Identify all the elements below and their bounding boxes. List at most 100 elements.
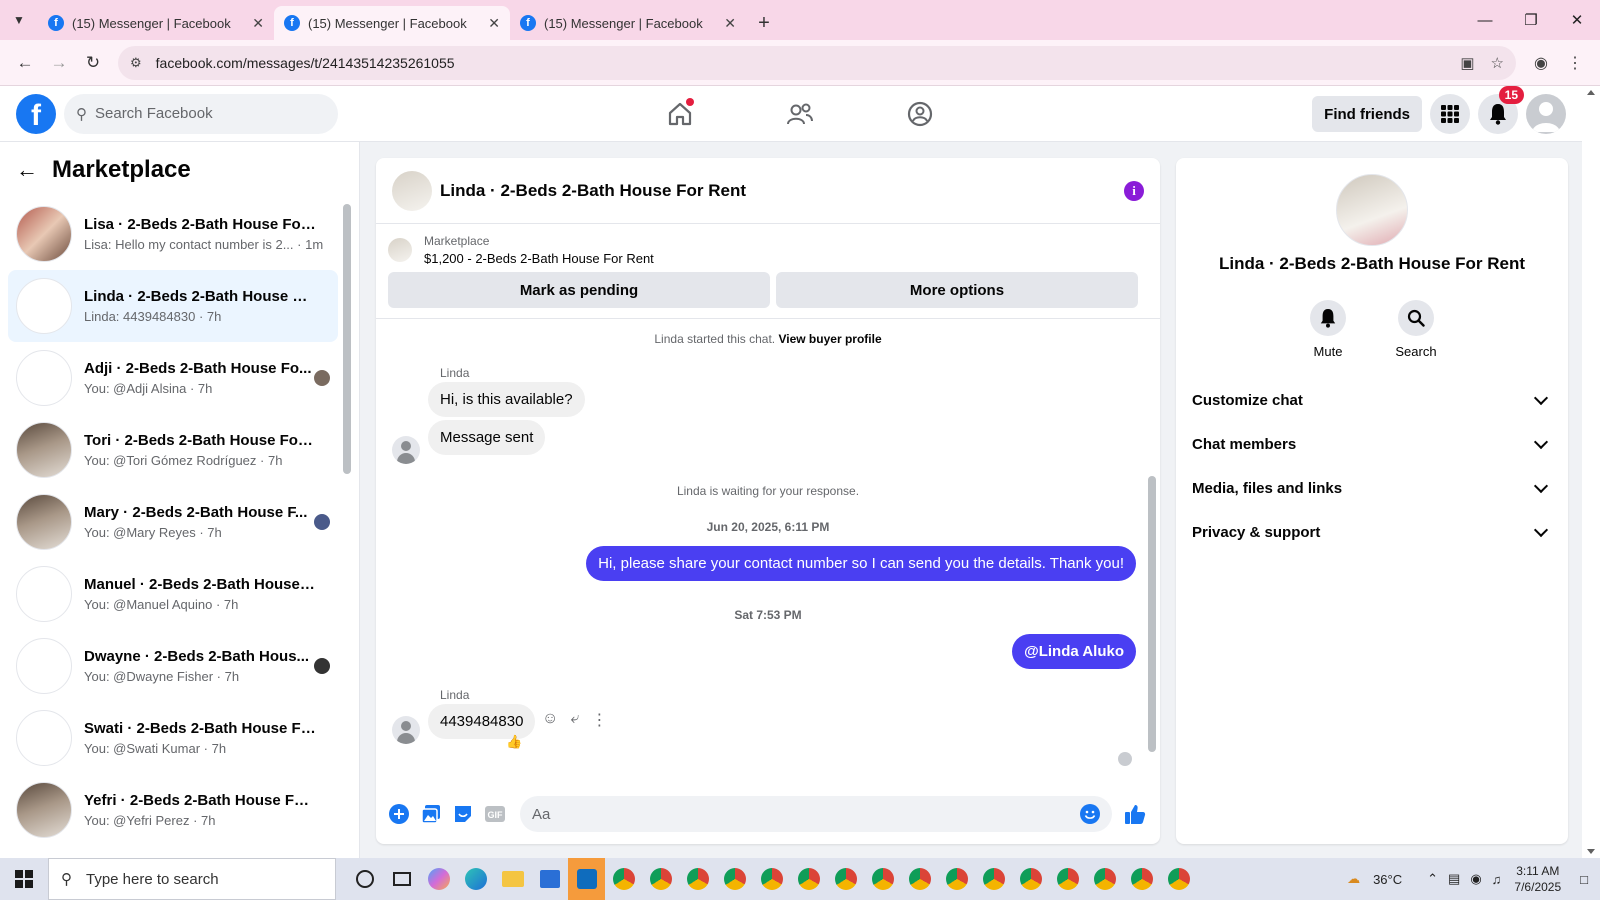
conversation-item[interactable]: Swati · 2-Beds 2-Bath House For... You: … (8, 702, 338, 774)
chrome-icon[interactable] (679, 858, 716, 900)
back-arrow-icon[interactable]: ← (16, 157, 38, 183)
find-friends-button[interactable]: Find friends (1312, 96, 1422, 132)
restore-icon[interactable]: ❐ (1508, 0, 1554, 40)
install-app-icon[interactable]: ▣ (1460, 54, 1474, 72)
reload-icon[interactable]: ↻ (76, 46, 110, 80)
chrome-icon[interactable] (1086, 858, 1123, 900)
new-tab-icon[interactable]: + (746, 6, 782, 40)
incoming-message[interactable]: Hi, is this available? (428, 382, 585, 417)
conversation-item[interactable]: Yefri · 2-Beds 2-Bath House For ... You:… (8, 774, 338, 846)
volume-icon[interactable]: ♫ (1492, 872, 1502, 887)
task-view-icon[interactable] (383, 858, 420, 900)
notification-center-icon[interactable]: □ (1580, 872, 1588, 887)
outgoing-message[interactable]: Hi, please share your contact number so … (586, 546, 1136, 581)
gif-button[interactable]: GIF (480, 799, 510, 829)
chrome-icon[interactable] (716, 858, 753, 900)
site-info-icon[interactable]: ⚙ (130, 55, 142, 71)
conversation-item[interactable]: Manuel · 2-Beds 2-Bath House F... You: @… (8, 558, 338, 630)
outlook-icon[interactable] (568, 858, 605, 900)
conversation-item[interactable]: Tori · 2-Beds 2-Bath House For R... You:… (8, 414, 338, 486)
chat-members-section[interactable]: Chat members (1192, 422, 1552, 466)
chat-title[interactable]: Linda · 2-Beds 2-Bath House For Rent (440, 181, 1124, 201)
taskbar-search[interactable]: ⚲ Type here to search (48, 858, 336, 900)
chrome-icon[interactable] (753, 858, 790, 900)
facebook-search[interactable]: ⚲ (64, 93, 338, 134)
store-icon[interactable] (531, 858, 568, 900)
url-field[interactable]: ⚙ facebook.com/messages/t/24143514235261… (118, 45, 1516, 80)
page-scrollbar[interactable] (1582, 86, 1600, 858)
conversation-item[interactable]: Mary · 2-Beds 2-Bath House F... You: @Ma… (8, 486, 338, 558)
url-text[interactable]: facebook.com/messages/t/2414351423526105… (156, 55, 1445, 71)
start-button[interactable] (0, 858, 48, 900)
mute-button[interactable]: Mute (1300, 300, 1356, 359)
photo-attach-button[interactable] (416, 799, 446, 829)
contact-avatar[interactable] (1336, 174, 1408, 246)
browser-tab-2[interactable]: f (15) Messenger | Facebook ✕ (274, 6, 510, 40)
chrome-icon[interactable] (938, 858, 975, 900)
conversation-list-scrollbar[interactable] (343, 204, 351, 474)
temperature[interactable]: 36°C (1373, 872, 1402, 887)
chat-avatar[interactable] (392, 170, 432, 211)
tab-close-icon[interactable]: ✕ (252, 15, 264, 32)
facebook-search-input[interactable] (95, 105, 315, 122)
chrome-icon[interactable] (642, 858, 679, 900)
tab-search-chevron-icon[interactable]: ▼ (0, 0, 38, 40)
more-attachments-button[interactable] (384, 799, 414, 829)
chrome-icon[interactable] (1049, 858, 1086, 900)
thumbs-up-reaction[interactable]: 👍 (506, 734, 522, 750)
conversation-item[interactable]: Dwayne · 2-Beds 2-Bath Hous... You: @Dwa… (8, 630, 338, 702)
browser-menu-icon[interactable]: ⋮ (1558, 53, 1592, 73)
search-in-chat-button[interactable]: Search (1388, 300, 1444, 359)
conversation-item-active[interactable]: Linda · 2-Beds 2-Bath House For... Linda… (8, 270, 338, 342)
edge-icon[interactable] (457, 858, 494, 900)
network-icon[interactable]: ▤ (1448, 871, 1460, 887)
groups-nav[interactable] (860, 86, 980, 142)
conversation-item[interactable]: Lisa · 2-Beds 2-Bath House For R... Lisa… (8, 198, 338, 270)
chrome-icon[interactable] (1160, 858, 1197, 900)
tab-close-icon[interactable]: ✕ (488, 15, 500, 32)
sticker-button[interactable] (448, 799, 478, 829)
privacy-support-section[interactable]: Privacy & support (1192, 510, 1552, 554)
listing-price-title[interactable]: $1,200 - 2-Beds 2-Bath House For Rent (424, 251, 654, 266)
chrome-icon[interactable] (901, 858, 938, 900)
chrome-icon[interactable] (1123, 858, 1160, 900)
chrome-icon[interactable] (864, 858, 901, 900)
meet-icon[interactable]: ◉ (1470, 871, 1481, 887)
chat-scrollbar[interactable] (1148, 320, 1156, 770)
forward-icon[interactable]: → (42, 46, 76, 80)
listing-thumbnail[interactable] (388, 238, 412, 262)
chrome-icon[interactable] (827, 858, 864, 900)
tab-close-icon[interactable]: ✕ (724, 15, 736, 32)
weather-icon[interactable]: ☁ (1347, 871, 1360, 887)
facebook-logo-icon[interactable]: f (16, 93, 56, 134)
send-like-button[interactable] (1120, 799, 1150, 829)
chrome-icon[interactable] (605, 858, 642, 900)
close-window-icon[interactable]: ✕ (1554, 0, 1600, 40)
notifications-button[interactable]: 15 (1478, 86, 1524, 134)
account-avatar[interactable] (1526, 94, 1566, 134)
media-files-links-section[interactable]: Media, files and links (1192, 466, 1552, 510)
info-icon[interactable]: i (1124, 180, 1144, 201)
incoming-message[interactable]: Message sent (428, 420, 546, 455)
copilot-icon[interactable] (420, 858, 457, 900)
back-icon[interactable]: ← (8, 46, 42, 80)
chrome-icon[interactable] (790, 858, 827, 900)
more-options-button[interactable]: More options (776, 272, 1138, 308)
menu-grid-button[interactable] (1430, 94, 1470, 134)
more-actions-icon[interactable]: ⋮ (591, 710, 607, 730)
view-buyer-profile-link[interactable]: View buyer profile (778, 332, 881, 346)
file-explorer-icon[interactable] (494, 858, 531, 900)
clock[interactable]: 3:11 AM 7/6/2025 (1514, 863, 1561, 895)
message-input[interactable] (532, 805, 1080, 823)
minimize-icon[interactable]: — (1462, 0, 1508, 40)
reply-icon[interactable]: ⤶ (570, 710, 579, 730)
chrome-icon[interactable] (975, 858, 1012, 900)
cortana-icon[interactable] (346, 858, 383, 900)
react-smiley-icon[interactable]: ☺ (542, 710, 558, 730)
outgoing-message[interactable]: @Linda Aluko (1012, 634, 1136, 669)
chrome-icon[interactable] (1012, 858, 1049, 900)
customize-chat-section[interactable]: Customize chat (1192, 378, 1552, 422)
friends-nav[interactable] (740, 86, 860, 142)
conversation-item[interactable]: Adji · 2-Beds 2-Bath House Fo... You: @A… (8, 342, 338, 414)
browser-tab-3[interactable]: f (15) Messenger | Facebook ✕ (510, 6, 746, 40)
